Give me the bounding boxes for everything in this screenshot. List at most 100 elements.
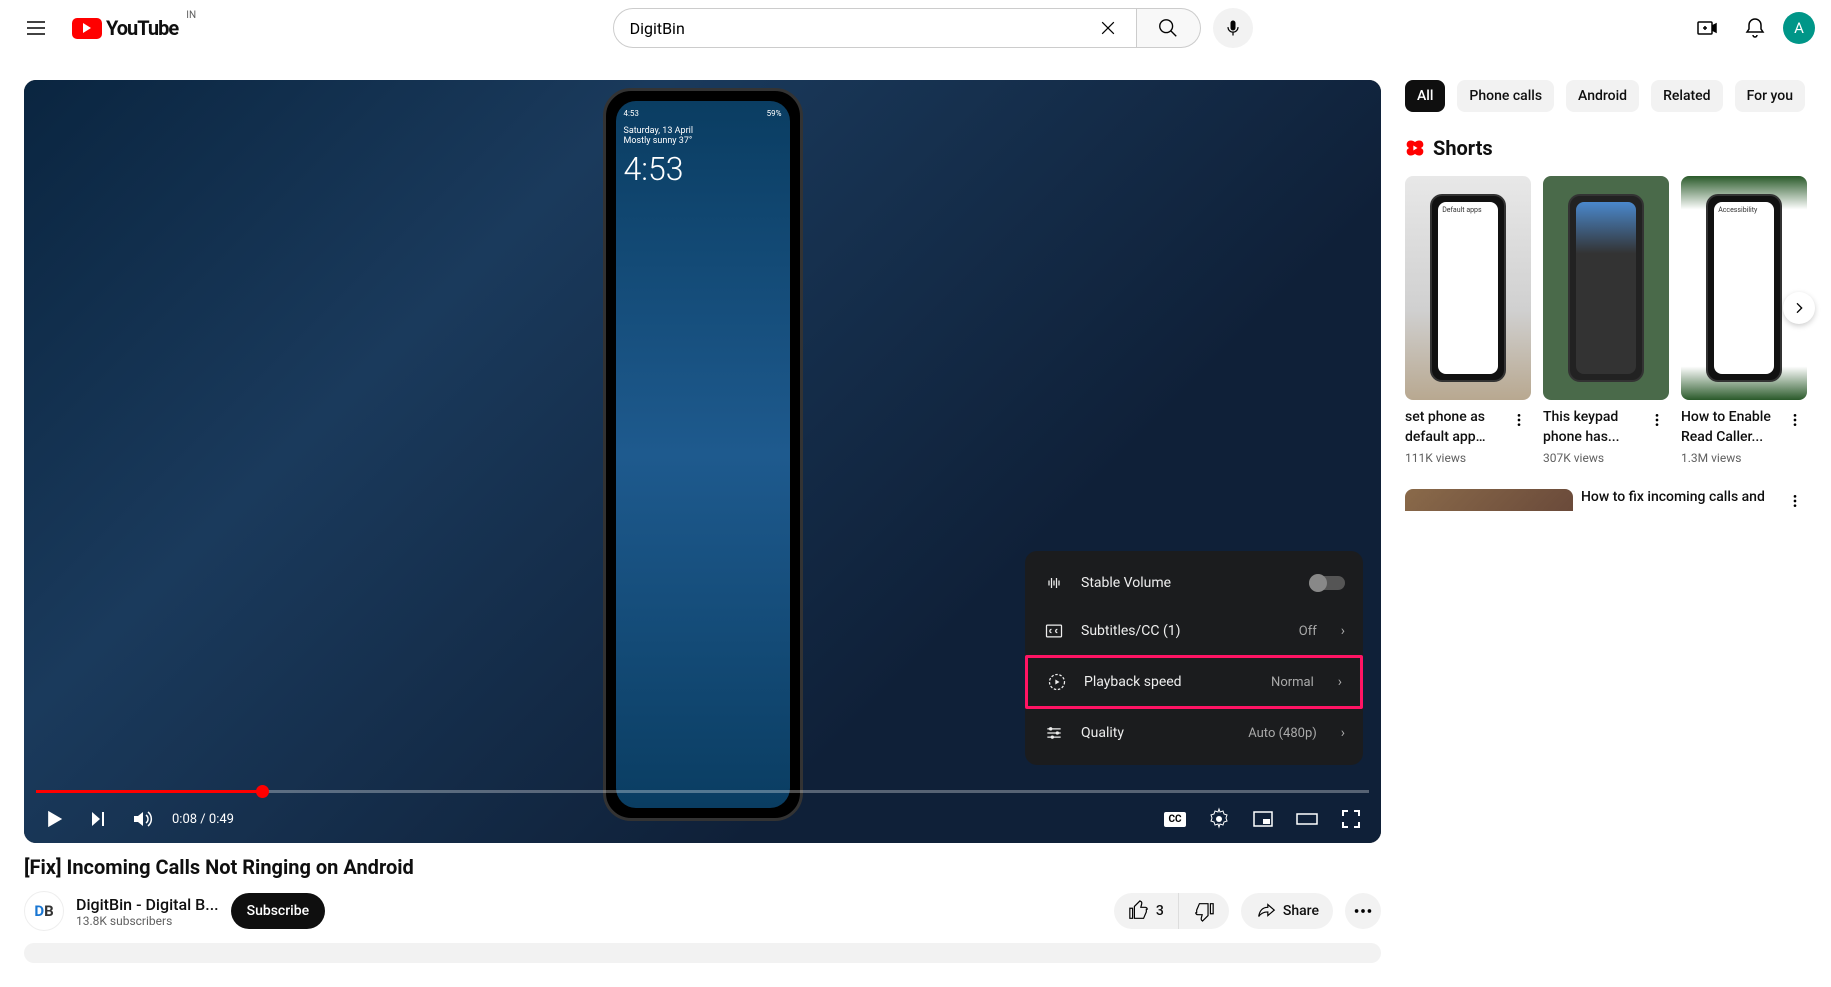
bell-icon [1743,16,1767,40]
chip-android[interactable]: Android [1566,80,1639,112]
short-views: 1.3M views [1681,451,1779,465]
time-display: 0:08 / 0:49 [172,812,234,827]
create-video-icon [1695,16,1719,40]
shorts-next-button[interactable] [1783,292,1815,324]
search-button[interactable] [1137,8,1201,48]
channel-subscribers: 13.8K subscribers [76,914,219,928]
chip-related[interactable]: Related [1651,80,1722,112]
country-code: IN [186,10,196,21]
gear-icon [1207,807,1231,831]
menu-icon [24,16,48,40]
fullscreen-button[interactable] [1333,801,1369,837]
stable-volume-row[interactable]: Stable Volume [1025,559,1363,607]
sliders-icon [1043,723,1065,743]
cc-badge-icon: CC [1164,812,1185,827]
video-title: [Fix] Incoming Calls Not Ringing on Andr… [24,855,1381,879]
quality-row[interactable]: Quality Auto (480p) › [1025,709,1363,757]
video-player[interactable]: 4:5359% Saturday, 13 April Mostly sunny … [24,80,1381,843]
voice-search-button[interactable] [1213,8,1253,48]
subscribe-button[interactable]: Subscribe [231,893,326,929]
play-icon [40,805,68,833]
chip-phone-calls[interactable]: Phone calls [1457,80,1554,112]
next-icon [86,807,110,831]
cc-icon [1043,621,1065,641]
fullscreen-icon [1339,807,1363,831]
miniplayer-button[interactable] [1245,801,1281,837]
short-title: set phone as default app ko... [1405,408,1503,447]
player-settings-menu: Stable Volume Subtitles/CC (1) Off › Pla… [1025,551,1363,765]
youtube-play-icon [72,18,102,39]
next-button[interactable] [80,801,116,837]
subtitles-row[interactable]: Subtitles/CC (1) Off › [1025,607,1363,655]
share-icon [1255,900,1277,922]
stable-volume-toggle[interactable] [1309,576,1345,590]
short-thumbnail: Accessibility [1681,176,1807,400]
search-icon [1157,17,1179,39]
waveform-icon [1043,573,1065,593]
shorts-row: Default apps set phone as default app ko… [1405,176,1807,465]
progress-bar[interactable] [36,790,1369,793]
account-avatar[interactable]: A [1783,12,1815,44]
related-menu-button[interactable] [1783,489,1807,513]
close-icon [1098,18,1118,38]
channel-avatar[interactable]: DB [24,891,64,931]
more-actions-button[interactable] [1345,893,1381,929]
playback-speed-row[interactable]: Playback speed Normal › [1025,655,1363,709]
more-vertical-icon [1787,412,1803,428]
youtube-wordmark: YouTube [106,16,178,40]
short-menu-button[interactable] [1645,408,1669,432]
chevron-right-icon: › [1341,725,1345,741]
short-title: How to Enable Read Caller... [1681,408,1779,447]
more-vertical-icon [1649,412,1665,428]
miniplayer-icon [1251,807,1275,831]
theater-button[interactable] [1289,801,1325,837]
related-video[interactable]: How to fix incoming calls and [1405,489,1807,513]
header: YouTube IN A [0,0,1831,56]
short-card[interactable]: This keypad phone has... 307K views [1543,176,1669,465]
short-views: 111K views [1405,451,1503,465]
hamburger-menu[interactable] [16,8,56,48]
theater-icon [1295,807,1319,831]
like-dislike-pill: 3 [1114,893,1229,929]
notifications-button[interactable] [1735,8,1775,48]
chevron-right-icon [1791,300,1807,316]
description-box[interactable] [24,943,1381,963]
short-title: This keypad phone has... [1543,408,1641,447]
more-horizontal-icon [1352,900,1374,922]
short-card[interactable]: Accessibility How to Enable Read Caller.… [1681,176,1807,465]
clear-search-button[interactable] [1096,16,1120,40]
chevron-right-icon: › [1338,674,1342,690]
youtube-logo[interactable]: YouTube IN [72,16,178,40]
cc-button[interactable]: CC [1157,801,1193,837]
filter-chips: All Phone calls Android Related For you [1405,80,1807,112]
chip-all[interactable]: All [1405,80,1445,112]
shorts-heading: Shorts [1433,136,1493,160]
channel-name[interactable]: DigitBin - Digital B... [76,895,219,914]
short-thumbnail: Default apps [1405,176,1531,400]
dislike-button[interactable] [1178,893,1229,929]
volume-icon [130,807,154,831]
chevron-right-icon: › [1341,623,1345,639]
short-menu-button[interactable] [1783,408,1807,432]
related-thumbnail [1405,489,1573,511]
search-field[interactable] [613,8,1137,48]
chip-for-you[interactable]: For you [1735,80,1805,112]
thumbs-down-icon [1193,900,1215,922]
more-vertical-icon [1787,493,1803,509]
short-views: 307K views [1543,451,1641,465]
like-button[interactable]: 3 [1114,893,1178,929]
related-title: How to fix incoming calls and [1581,489,1779,505]
share-button[interactable]: Share [1241,893,1333,929]
short-card[interactable]: Default apps set phone as default app ko… [1405,176,1531,465]
more-vertical-icon [1511,412,1527,428]
settings-button[interactable] [1201,801,1237,837]
shorts-icon [1405,136,1425,160]
create-button[interactable] [1687,8,1727,48]
microphone-icon [1223,18,1243,38]
volume-button[interactable] [124,801,160,837]
short-menu-button[interactable] [1507,408,1531,432]
short-thumbnail [1543,176,1669,400]
player-controls: 0:08 / 0:49 CC [24,795,1381,843]
search-input[interactable] [630,19,1096,38]
play-button[interactable] [36,801,72,837]
